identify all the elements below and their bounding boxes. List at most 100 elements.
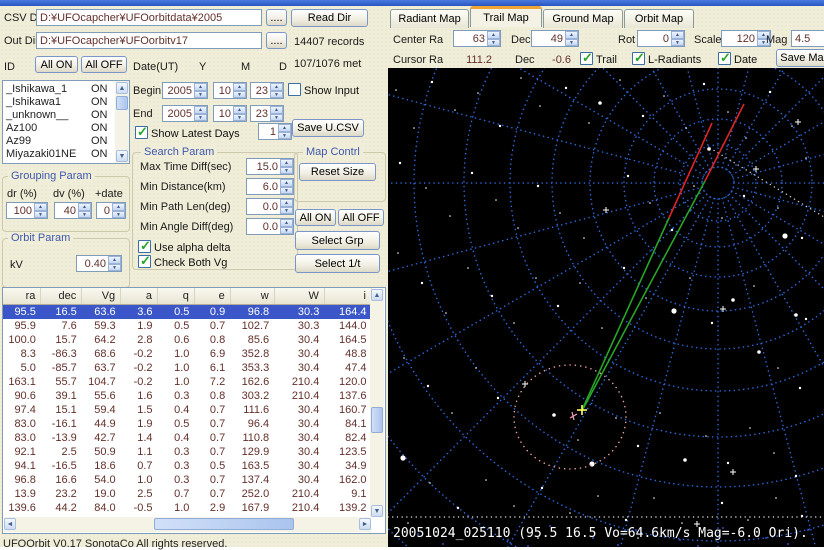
spin-up-button[interactable]: ▲ <box>487 31 500 39</box>
column-header-Vg[interactable]: Vg <box>81 288 122 305</box>
trail-map-canvas[interactable]: 20051024_025110 (95.5 16.5 Vo=64.6km/s M… <box>388 68 824 547</box>
column-header-W[interactable]: W <box>274 288 325 305</box>
trail-checkbox[interactable] <box>580 50 593 66</box>
rot-spinner[interactable]: 0 ▲ ▼ <box>637 30 685 47</box>
list-item[interactable]: Miyazaki01NE ON <box>3 148 116 161</box>
out-dir-input[interactable]: D:¥UFOcapcher¥UFOorbitv17 <box>36 32 262 49</box>
plusdate-spinner[interactable]: 0 ▲ ▼ <box>96 202 126 219</box>
select-all-on-button[interactable]: All ON <box>295 209 336 226</box>
list-item[interactable]: _Ishikawa_1 ON <box>3 83 116 96</box>
spin-down-button[interactable]: ▼ <box>112 210 125 218</box>
tab-radiant-map[interactable]: Radiant Map <box>390 9 469 28</box>
spin-up-button[interactable]: ▲ <box>112 203 125 211</box>
spin-up-button[interactable]: ▲ <box>280 179 293 187</box>
save-ucsv-button[interactable]: Save U.CSV <box>292 119 364 137</box>
column-header-ra[interactable]: ra <box>3 288 42 305</box>
spinner-value[interactable]: 0.0 <box>247 219 280 234</box>
table-row[interactable]: 100.0 15.7 64.2 2.8 0.6 0.8 85.6 30.4 164.5 <box>3 333 372 347</box>
column-header-w[interactable]: w <box>230 288 275 305</box>
scroll-up-button[interactable]: ▲ <box>371 289 383 301</box>
center-dec-spinner[interactable]: 49 ▲ ▼ <box>531 30 579 47</box>
spin-down-button[interactable]: ▼ <box>280 226 293 234</box>
spin-up-button[interactable]: ▲ <box>194 83 207 91</box>
column-header-i[interactable]: i <box>324 288 373 305</box>
spin-down-button[interactable]: ▼ <box>194 113 207 121</box>
reset-size-button[interactable]: Reset Size <box>299 163 376 181</box>
spinner-value[interactable]: 0 <box>97 203 112 218</box>
spinner-value[interactable]: 49 <box>532 31 565 46</box>
spin-down-button[interactable]: ▼ <box>278 131 291 139</box>
out-dir-browse-button[interactable]: .... <box>266 32 287 49</box>
scroll-thumb[interactable] <box>154 518 294 530</box>
spinner-value[interactable]: 40 <box>55 203 78 218</box>
scroll-down-button[interactable]: ▼ <box>116 150 128 162</box>
mag-input[interactable]: 4.5 <box>791 30 824 47</box>
id-all-off-button[interactable]: All OFF <box>81 56 127 73</box>
search-param-spinner[interactable]: 15.0 ▲ ▼ <box>246 158 294 175</box>
end-year-spinner[interactable]: 2005 ▲ ▼ <box>162 105 208 122</box>
spinner-value[interactable]: 2005 <box>163 83 194 98</box>
orbit-table-header[interactable]: ra dec Vg a q e w Wi <box>3 288 373 305</box>
select-all-off-button[interactable]: All OFF <box>338 209 384 226</box>
latest-days-spinner[interactable]: 1 ▲ ▼ <box>258 123 292 140</box>
table-hscrollbar[interactable]: ◄ ► <box>4 517 371 532</box>
begin-day-spinner[interactable]: 23 ▲ ▼ <box>250 82 284 99</box>
scale-spinner[interactable]: 120 ▲ ▼ <box>721 30 771 47</box>
spin-down-button[interactable]: ▼ <box>270 90 283 98</box>
spinner-value[interactable]: 15.0 <box>247 159 280 174</box>
spinner-value[interactable]: 6.0 <box>247 179 280 194</box>
read-dir-button[interactable]: Read Dir <box>291 9 368 27</box>
table-row[interactable]: 8.3 -86.3 68.6 -0.2 1.0 6.9 352.8 30.4 48.8 <box>3 347 372 361</box>
save-map-button[interactable]: Save Map <box>776 49 824 67</box>
scroll-thumb[interactable] <box>116 96 128 110</box>
scroll-left-button[interactable]: ◄ <box>4 518 16 530</box>
list-item[interactable]: Az100 ON <box>3 122 116 135</box>
l-radiants-checkbox[interactable] <box>632 50 645 66</box>
id-list-scrollbar[interactable]: ▲ ▼ <box>115 81 129 163</box>
csv-dir-browse-button[interactable]: .... <box>266 9 287 26</box>
spin-down-button[interactable]: ▼ <box>34 210 47 218</box>
station-id-list[interactable]: _Ishikawa_1 ON _Ishikawa1 ON _unknown__ ON Az1… <box>2 80 130 164</box>
spinner-value[interactable]: 120 <box>722 31 757 46</box>
list-item[interactable]: Az99 ON <box>3 135 116 148</box>
search-param-spinner[interactable]: 0.0 ▲ ▼ <box>246 198 294 215</box>
end-month-spinner[interactable]: 10 ▲ ▼ <box>213 105 247 122</box>
search-param-spinner[interactable]: 0.0 ▲ ▼ <box>246 218 294 235</box>
tab-trail-map[interactable]: Trail Map <box>470 6 542 27</box>
table-row[interactable]: 163.1 55.7 104.7 -0.2 1.0 7.2 162.6 210.4 120.0 <box>3 375 372 389</box>
table-row[interactable]: 90.6 39.1 55.6 1.6 0.3 0.8 303.2 210.4 137.6 <box>3 389 372 403</box>
column-header-e[interactable]: e <box>194 288 231 305</box>
spin-up-button[interactable]: ▲ <box>78 203 91 211</box>
check-both-vg-checkbox[interactable] <box>138 253 151 269</box>
column-header-dec[interactable]: dec <box>40 288 83 305</box>
spin-up-button[interactable]: ▲ <box>278 124 291 132</box>
spin-down-button[interactable]: ▼ <box>280 166 293 174</box>
table-row[interactable]: 96.8 16.6 54.0 1.0 0.3 0.7 137.4 30.4 162.0 <box>3 473 372 487</box>
tab-orbit-map[interactable]: Orbit Map <box>624 9 694 28</box>
select-1t-button[interactable]: Select 1/t <box>295 254 380 273</box>
csv-dir-input[interactable]: D:¥UFOcapcher¥UFOorbitdata¥2005 <box>36 9 262 26</box>
spin-up-button[interactable]: ▲ <box>194 106 207 114</box>
scroll-up-button[interactable]: ▲ <box>116 82 128 94</box>
spin-up-button[interactable]: ▲ <box>565 31 578 39</box>
spin-down-button[interactable]: ▼ <box>194 90 207 98</box>
spinner-value[interactable]: 23 <box>251 106 270 121</box>
sky-map[interactable] <box>388 68 824 547</box>
scroll-thumb[interactable] <box>371 407 383 433</box>
column-header-q[interactable]: q <box>157 288 195 305</box>
table-vscrollbar[interactable]: ▲ ▼ <box>370 289 384 517</box>
spin-up-button[interactable]: ▲ <box>280 219 293 227</box>
spinner-value[interactable]: 0.0 <box>247 199 280 214</box>
table-row[interactable]: 95.5 16.5 63.6 3.6 0.5 0.9 96.8 30.3 164.4 <box>3 304 372 319</box>
dv-spinner[interactable]: 40 ▲ ▼ <box>54 202 92 219</box>
spin-down-button[interactable]: ▼ <box>270 113 283 121</box>
kv-spinner[interactable]: 0.40 ▲ ▼ <box>76 255 122 272</box>
select-grp-button[interactable]: Select Grp <box>295 231 380 250</box>
spin-up-button[interactable]: ▲ <box>280 159 293 167</box>
table-row[interactable]: 97.4 15.1 59.4 1.5 0.4 0.7 111.6 30.4 160.7 <box>3 403 372 417</box>
table-row[interactable]: 13.9 23.2 19.0 2.5 0.7 0.7 252.0 210.4 9.1 <box>3 487 372 501</box>
spinner-value[interactable]: 23 <box>251 83 270 98</box>
table-row[interactable]: 83.0 -16.1 44.9 1.9 0.5 0.7 96.4 30.4 84.1 <box>3 417 372 431</box>
tab-ground-map[interactable]: Ground Map <box>543 9 623 28</box>
show-input-checkbox[interactable] <box>288 83 301 96</box>
